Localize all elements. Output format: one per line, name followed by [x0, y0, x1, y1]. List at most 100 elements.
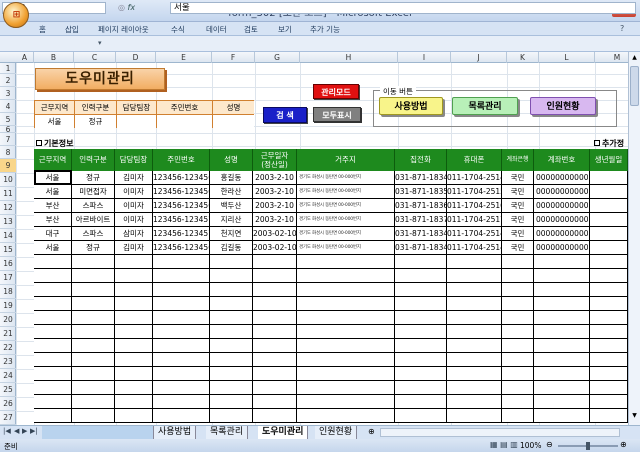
table-cell[interactable] [590, 171, 628, 185]
table-cell[interactable]: 한라산 [210, 185, 253, 199]
table-cell[interactable]: 부산 [34, 199, 72, 213]
empty-cell[interactable] [447, 255, 502, 269]
empty-cell[interactable] [115, 381, 153, 395]
empty-cell[interactable] [253, 381, 297, 395]
empty-cell[interactable] [153, 297, 210, 311]
empty-cell[interactable] [34, 297, 72, 311]
empty-cell[interactable] [115, 367, 153, 381]
row-header[interactable]: 9 [0, 159, 16, 173]
empty-cell[interactable] [72, 367, 115, 381]
table-cell[interactable]: 김미자 [115, 171, 153, 185]
table-cell[interactable]: 천지연 [210, 227, 253, 241]
table-cell[interactable]: 서울 [34, 185, 72, 199]
empty-cell[interactable] [297, 353, 395, 367]
table-cell[interactable] [590, 213, 628, 227]
empty-cell[interactable] [210, 283, 253, 297]
empty-cell[interactable] [395, 353, 447, 367]
empty-cell[interactable] [210, 311, 253, 325]
empty-cell[interactable] [34, 269, 72, 283]
empty-cell[interactable] [34, 255, 72, 269]
empty-cell[interactable] [153, 367, 210, 381]
table-cell[interactable]: 2003-2-10 [253, 213, 297, 227]
empty-cell[interactable] [297, 339, 395, 353]
empty-cell[interactable] [395, 311, 447, 325]
table-cell[interactable]: 031-871-1835 [395, 185, 447, 199]
empty-cell[interactable] [210, 367, 253, 381]
empty-cell[interactable] [447, 311, 502, 325]
search-name-input[interactable] [213, 115, 254, 128]
table-cell[interactable]: 국민 [502, 213, 534, 227]
row-header[interactable]: 13 [0, 215, 16, 229]
empty-cell[interactable] [253, 395, 297, 409]
table-cell[interactable]: 000000000003 [534, 213, 590, 227]
row-header[interactable]: 6 [0, 126, 16, 133]
row-header[interactable]: 18 [0, 285, 16, 299]
table-cell[interactable]: 2003-02-10 [253, 227, 297, 241]
empty-cell[interactable] [395, 269, 447, 283]
empty-cell[interactable] [502, 283, 534, 297]
empty-cell[interactable] [115, 269, 153, 283]
tab-home[interactable]: 홈 [39, 24, 46, 35]
zoom-level[interactable]: 100% [520, 441, 541, 450]
show-all-button[interactable]: 모두표시 [313, 107, 361, 122]
empty-cell[interactable] [153, 269, 210, 283]
empty-cell[interactable] [502, 381, 534, 395]
empty-cell[interactable] [153, 353, 210, 367]
empty-cell[interactable] [253, 255, 297, 269]
search-id-input[interactable] [157, 115, 213, 128]
table-cell[interactable]: 000000000002 [534, 199, 590, 213]
row-header[interactable]: 3 [0, 87, 16, 100]
table-cell[interactable]: 031-871-1834 [395, 227, 447, 241]
office-button[interactable]: ⊞ [3, 2, 29, 28]
empty-cell[interactable] [590, 339, 628, 353]
zoom-in-icon[interactable]: ⊕ [620, 440, 627, 449]
empty-cell[interactable] [115, 311, 153, 325]
empty-cell[interactable] [534, 381, 590, 395]
search-manager-input[interactable] [117, 115, 157, 128]
empty-cell[interactable] [72, 353, 115, 367]
tab-insert[interactable]: 삽입 [65, 24, 79, 35]
empty-cell[interactable] [253, 283, 297, 297]
empty-cell[interactable] [534, 367, 590, 381]
empty-cell[interactable] [534, 269, 590, 283]
table-cell[interactable]: 000000000000 [534, 241, 590, 255]
column-header[interactable]: D [116, 52, 156, 63]
name-box-dropdown-icon[interactable]: ▾ [98, 39, 102, 47]
empty-cell[interactable] [210, 325, 253, 339]
empty-cell[interactable] [534, 395, 590, 409]
row-header[interactable]: 17 [0, 271, 16, 285]
empty-cell[interactable] [590, 255, 628, 269]
column-header[interactable]: C [74, 52, 116, 63]
empty-cell[interactable] [590, 269, 628, 283]
empty-cell[interactable] [34, 367, 72, 381]
empty-cell[interactable] [447, 297, 502, 311]
table-cell[interactable]: 2003-2-10 [253, 199, 297, 213]
empty-cell[interactable] [297, 297, 395, 311]
table-cell[interactable]: 정규 [72, 171, 115, 185]
formula-input[interactable]: 서울 [170, 2, 636, 14]
scroll-thumb[interactable] [630, 66, 639, 106]
empty-cell[interactable] [590, 325, 628, 339]
empty-cell[interactable] [115, 409, 153, 423]
empty-cell[interactable] [395, 339, 447, 353]
table-cell[interactable]: 국민 [502, 185, 534, 199]
empty-cell[interactable] [115, 339, 153, 353]
table-cell[interactable]: 000000000000 [534, 171, 590, 185]
active-cell[interactable] [34, 170, 72, 185]
table-cell[interactable]: 스파스 [72, 227, 115, 241]
table-cell[interactable]: 123456-1234568 [153, 185, 210, 199]
table-cell[interactable] [590, 241, 628, 255]
search-button[interactable]: 검 색 [263, 107, 307, 123]
table-cell[interactable]: 2003-2-10 [253, 171, 297, 185]
row-header[interactable]: 20 [0, 313, 16, 327]
empty-cell[interactable] [34, 395, 72, 409]
table-cell[interactable]: 정규 [72, 241, 115, 255]
column-header[interactable]: B [34, 52, 74, 63]
row-header[interactable]: 15 [0, 243, 16, 257]
empty-cell[interactable] [115, 395, 153, 409]
empty-cell[interactable] [502, 367, 534, 381]
tab-addins[interactable]: 추가 기능 [310, 24, 340, 35]
row-header[interactable]: 21 [0, 327, 16, 341]
table-cell[interactable]: 2003-2-10 [253, 185, 297, 199]
empty-cell[interactable] [297, 283, 395, 297]
